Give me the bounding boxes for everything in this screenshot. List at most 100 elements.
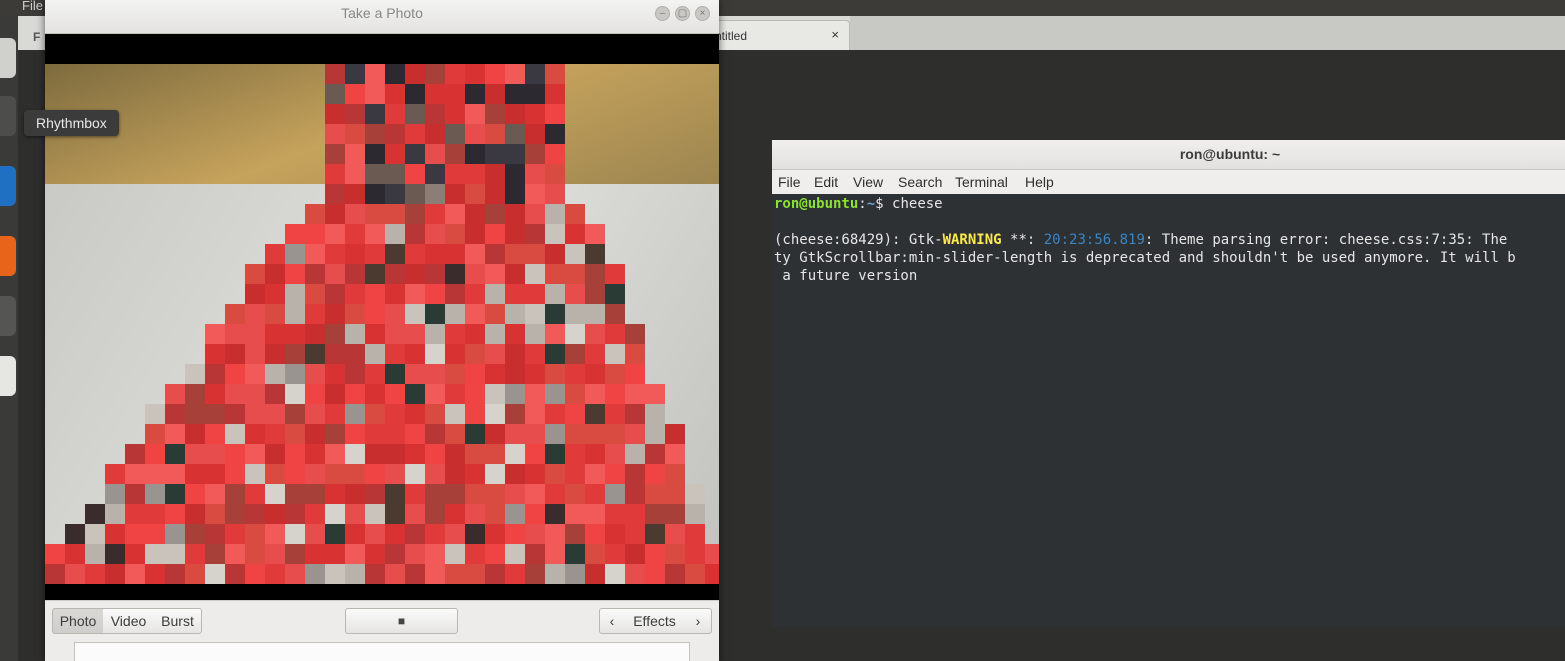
prompt-path: ~ xyxy=(866,196,876,212)
thumbnail-strip[interactable] xyxy=(74,642,690,661)
pixel-block xyxy=(385,444,405,464)
editor-toolbar-label: F xyxy=(33,30,41,44)
pixel-block xyxy=(465,164,485,184)
pixel-block xyxy=(425,524,445,544)
pixel-block xyxy=(605,364,625,384)
pixel-block xyxy=(305,384,325,404)
pixel-block xyxy=(245,324,265,344)
pixel-block xyxy=(85,564,105,584)
pixel-block xyxy=(525,424,545,444)
pixel-block xyxy=(685,564,705,584)
pixel-block xyxy=(505,524,525,544)
pixel-block xyxy=(405,224,425,244)
pixel-block xyxy=(665,444,685,464)
pixel-block xyxy=(485,64,505,84)
pixel-block xyxy=(525,104,545,124)
pixel-block xyxy=(445,124,465,144)
pixel-block xyxy=(465,564,485,584)
app-launcher-icon[interactable] xyxy=(0,296,16,336)
menu-view[interactable]: View xyxy=(853,174,883,190)
editor-tab-untitled[interactable]: ntitled × xyxy=(700,20,850,50)
pixel-block xyxy=(565,344,585,364)
pixel-block xyxy=(165,444,185,464)
mode-video-button[interactable]: Video xyxy=(103,608,155,634)
minimize-icon[interactable]: – xyxy=(655,6,670,21)
pixel-block xyxy=(685,484,705,504)
pixel-block xyxy=(325,124,345,144)
tab-close-icon[interactable]: × xyxy=(831,27,839,42)
pixel-block xyxy=(285,424,305,444)
pixel-block xyxy=(425,364,445,384)
files-launcher-icon[interactable] xyxy=(0,38,16,78)
pixel-block xyxy=(605,324,625,344)
editor-menu-file[interactable]: File xyxy=(22,0,43,13)
pixel-block xyxy=(325,84,345,104)
pixel-block xyxy=(485,344,505,364)
pixel-block xyxy=(285,524,305,544)
cheese-window: Take a Photo – ▢ × Photo Video Burst ■ ‹… xyxy=(45,0,719,661)
pixel-block xyxy=(185,404,205,424)
mode-burst-button[interactable]: Burst xyxy=(154,608,202,634)
pixel-block xyxy=(305,524,325,544)
pixel-block xyxy=(465,124,485,144)
pixel-block xyxy=(605,464,625,484)
pixel-block xyxy=(485,204,505,224)
pixel-block xyxy=(485,384,505,404)
pixel-block xyxy=(405,364,425,384)
pixel-block xyxy=(505,544,525,564)
pixel-block xyxy=(385,184,405,204)
impress-launcher-icon[interactable] xyxy=(0,236,16,276)
maximize-icon[interactable]: ▢ xyxy=(675,6,690,21)
menu-search[interactable]: Search xyxy=(898,174,942,190)
prompt-separator: : xyxy=(858,196,867,212)
pixel-block xyxy=(345,84,365,104)
pixel-block xyxy=(385,404,405,424)
writer-launcher-icon[interactable] xyxy=(0,166,16,206)
pixel-block xyxy=(625,484,645,504)
effects-button[interactable]: Effects xyxy=(624,608,686,634)
terminal-titlebar[interactable]: ron@ubuntu: ~ xyxy=(772,140,1565,170)
menu-edit[interactable]: Edit xyxy=(814,174,838,190)
pixel-block xyxy=(385,124,405,144)
pixel-block xyxy=(505,124,525,144)
close-icon[interactable]: × xyxy=(695,6,710,21)
pixel-block xyxy=(565,444,585,464)
menu-file[interactable]: File xyxy=(778,174,801,190)
rhythmbox-launcher-icon[interactable] xyxy=(0,96,16,136)
pixel-block xyxy=(285,344,305,364)
pixel-block xyxy=(645,384,665,404)
cheese-titlebar[interactable]: Take a Photo – ▢ × xyxy=(45,0,719,34)
pixel-block xyxy=(585,224,605,244)
pixel-block xyxy=(365,264,385,284)
pixel-block xyxy=(345,104,365,124)
pixel-block xyxy=(665,484,685,504)
camera-icon: ■ xyxy=(397,614,406,628)
pixel-block xyxy=(405,204,425,224)
pixel-block xyxy=(465,344,485,364)
pixel-block xyxy=(505,444,525,464)
pixel-block xyxy=(245,284,265,304)
pixel-block xyxy=(405,304,425,324)
pixel-block xyxy=(345,204,365,224)
pixel-block xyxy=(205,564,225,584)
mode-photo-button[interactable]: Photo xyxy=(52,608,104,634)
pixel-block xyxy=(605,384,625,404)
terminal-output[interactable]: ron@ubuntu:~$ cheese (cheese:68429): Gtk… xyxy=(774,194,1565,627)
warning-label: WARNING xyxy=(942,232,1002,248)
pixel-block xyxy=(245,384,265,404)
pixel-block xyxy=(625,364,645,384)
pixel-block xyxy=(545,564,565,584)
pixel-block xyxy=(425,184,445,204)
pixel-block xyxy=(145,464,165,484)
menu-help[interactable]: Help xyxy=(1025,174,1054,190)
terminal-launcher-icon[interactable] xyxy=(0,356,16,396)
prev-effects-button[interactable]: ‹ xyxy=(599,608,625,634)
pixel-block xyxy=(485,324,505,344)
pixel-block xyxy=(465,224,485,244)
pixel-block xyxy=(325,344,345,364)
next-effects-button[interactable]: › xyxy=(685,608,712,634)
take-photo-button[interactable]: ■ xyxy=(345,608,458,634)
pixel-block xyxy=(445,444,465,464)
pixel-block xyxy=(565,284,585,304)
menu-terminal[interactable]: Terminal xyxy=(955,174,1008,190)
